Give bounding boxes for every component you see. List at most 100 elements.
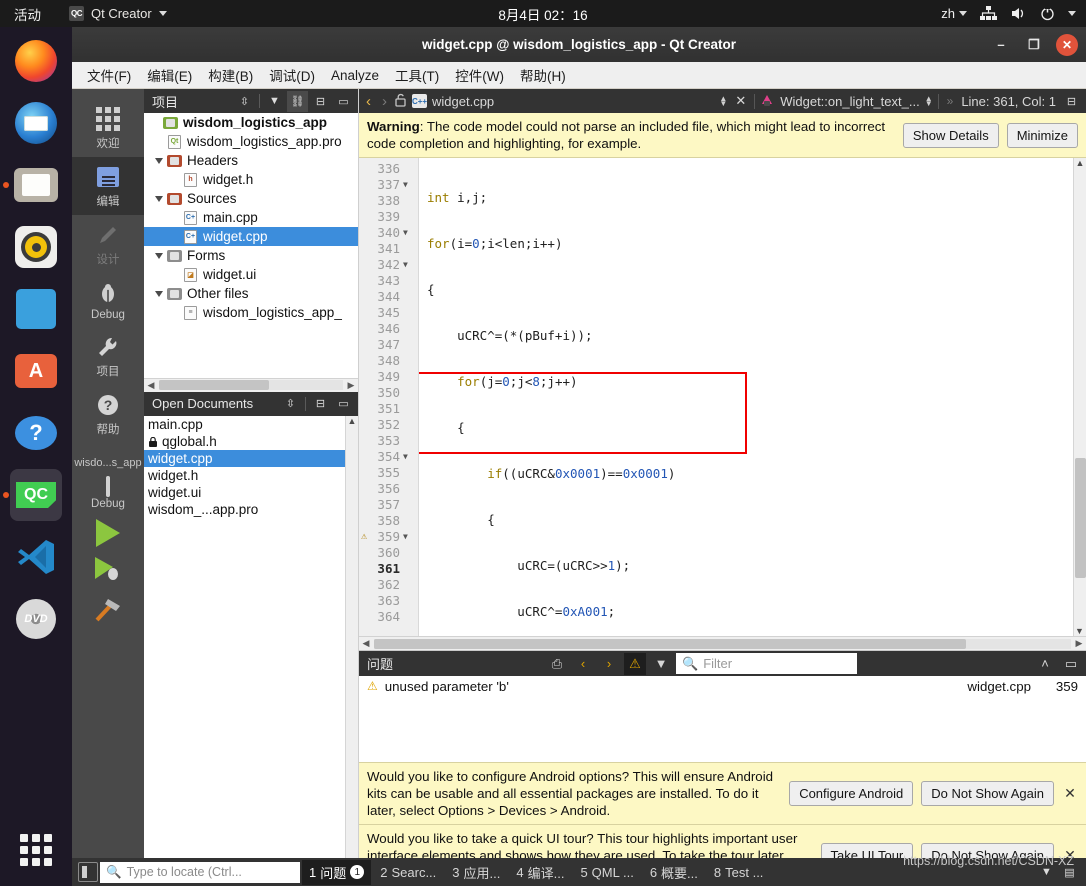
mode-debug[interactable]: Debug bbox=[72, 273, 144, 327]
toggle-sidebar-icon[interactable] bbox=[78, 862, 98, 882]
dock-item-vscode[interactable] bbox=[10, 531, 62, 583]
menu-debug[interactable]: 调试(D) bbox=[262, 61, 322, 89]
list-item[interactable]: widget.ui bbox=[144, 484, 358, 501]
list-item[interactable]: main.cpp bbox=[144, 416, 358, 433]
scroll-thumb[interactable] bbox=[1075, 458, 1086, 578]
volume-icon[interactable] bbox=[1010, 6, 1027, 21]
maximize-button[interactable]: ❐ bbox=[1023, 34, 1045, 56]
do-not-show-again-button[interactable]: Do Not Show Again bbox=[921, 781, 1054, 806]
run-play-icon[interactable] bbox=[96, 519, 120, 547]
collapse-icon[interactable]: ˄ bbox=[1034, 653, 1056, 675]
fold-marker-icon[interactable]: ▼ bbox=[403, 228, 414, 237]
unlocked-icon[interactable] bbox=[395, 93, 407, 110]
dock-item-dvd[interactable]: DVD bbox=[10, 593, 62, 645]
clear-icon[interactable]: ⎙ bbox=[546, 653, 568, 675]
dock-item-libreoffice-writer[interactable] bbox=[10, 283, 62, 335]
warning-filter-icon[interactable]: ⚠ bbox=[624, 652, 646, 675]
split-icon[interactable]: ⊟ bbox=[310, 91, 331, 112]
dock-item-show-apps[interactable] bbox=[10, 824, 62, 876]
project-tree-hscrollbar[interactable]: ◀ ▶ bbox=[144, 377, 358, 392]
scroll-up-icon[interactable]: ▲ bbox=[346, 416, 358, 426]
dock-item-thunderbird[interactable] bbox=[10, 97, 62, 149]
status-tab-application[interactable]: 3 应用... bbox=[445, 860, 507, 885]
warning-marker-icon[interactable]: ⚠ bbox=[361, 531, 367, 542]
table-row[interactable]: ⚠ unused parameter 'b' widget.cpp 359 bbox=[359, 676, 1086, 696]
menu-build[interactable]: 构建(B) bbox=[201, 61, 260, 89]
split-editor-icon[interactable]: ⊟ bbox=[1061, 91, 1082, 112]
menu-tools[interactable]: 工具(T) bbox=[388, 61, 446, 89]
show-details-button[interactable]: Show Details bbox=[902, 122, 999, 148]
mode-design[interactable]: 设计 bbox=[72, 215, 144, 273]
mode-edit[interactable]: 编辑 bbox=[72, 157, 144, 215]
tree-item-widget-cpp[interactable]: C+ widget.cpp bbox=[144, 227, 358, 246]
left-sidebar-scrollbar[interactable] bbox=[345, 621, 358, 886]
status-tab-overview[interactable]: 6 概要... bbox=[643, 860, 705, 885]
fold-marker-icon[interactable]: ▼ bbox=[403, 452, 414, 461]
status-tab-issues[interactable]: 1 问题 1 bbox=[302, 859, 372, 885]
issues-list[interactable]: ⚠ unused parameter 'b' widget.cpp 359 bbox=[359, 676, 1086, 762]
sync-selector-icon[interactable]: ⇳ bbox=[280, 393, 301, 414]
next-issue-icon[interactable]: › bbox=[598, 653, 620, 675]
debug-play-icon[interactable] bbox=[93, 556, 123, 587]
project-tree[interactable]: wisdom_logistics_app Qt wisdom_logistics… bbox=[144, 113, 358, 378]
menu-help[interactable]: 帮助(H) bbox=[513, 61, 573, 89]
chevron-down-icon[interactable] bbox=[155, 252, 163, 259]
mode-welcome[interactable]: 欢迎 bbox=[72, 99, 144, 157]
menu-window[interactable]: 控件(W) bbox=[448, 61, 511, 89]
filter-icon[interactable]: ▼ bbox=[650, 653, 672, 675]
chevron-down-icon[interactable] bbox=[155, 157, 163, 164]
dock-item-qt-creator[interactable]: QC bbox=[10, 469, 62, 521]
open-documents-scrollbar[interactable]: ▲ bbox=[345, 415, 358, 622]
scroll-thumb[interactable] bbox=[374, 638, 967, 649]
current-file-selector[interactable]: C++ widget.cpp bbox=[412, 94, 494, 109]
menu-file[interactable]: 文件(F) bbox=[80, 61, 138, 89]
list-item[interactable]: wisdom_...app.pro bbox=[144, 501, 358, 518]
build-config-selector[interactable]: Debug bbox=[91, 476, 125, 510]
tree-item-headers[interactable]: Headers bbox=[144, 151, 358, 170]
chevron-down-icon[interactable] bbox=[155, 195, 163, 202]
symbol-dropdown-icon[interactable]: ▲ ▼ bbox=[925, 95, 933, 108]
tree-item-widget-ui[interactable]: ◪ widget.ui bbox=[144, 265, 358, 284]
menu-analyze[interactable]: Analyze bbox=[324, 64, 386, 87]
minimize-button[interactable]: – bbox=[990, 34, 1012, 56]
close-document-icon[interactable]: ✕ bbox=[732, 93, 749, 109]
panel-menu-icon[interactable]: ▭ bbox=[1060, 653, 1082, 675]
tree-item-sources[interactable]: Sources bbox=[144, 189, 358, 208]
tree-item-project[interactable]: wisdom_logistics_app bbox=[144, 113, 358, 132]
tree-item-widget-h[interactable]: h widget.h bbox=[144, 170, 358, 189]
list-item[interactable]: widget.cpp bbox=[144, 449, 358, 467]
menu-edit[interactable]: 编辑(E) bbox=[140, 61, 199, 89]
fold-marker-icon[interactable]: ▼ bbox=[403, 532, 414, 541]
status-tab-compile[interactable]: 4 编译... bbox=[509, 860, 571, 885]
code-text-area[interactable]: int i,j; for(i=0;i<len;i++) { uCRC^=(*(p… bbox=[419, 158, 1073, 636]
forward-arrow-icon[interactable]: › bbox=[379, 93, 390, 110]
filter-icon[interactable]: ▼ bbox=[264, 91, 285, 112]
chevron-down-icon[interactable] bbox=[155, 290, 163, 297]
tree-item-forms[interactable]: Forms bbox=[144, 246, 358, 265]
language-indicator[interactable]: zh bbox=[941, 6, 967, 21]
tree-item-other-file[interactable]: ≡ wisdom_logistics_app_ bbox=[144, 303, 358, 322]
tree-item-other-files[interactable]: Other files bbox=[144, 284, 358, 303]
chevron-down-icon[interactable] bbox=[1068, 11, 1076, 16]
build-hammer-icon[interactable] bbox=[93, 596, 123, 627]
back-arrow-icon[interactable]: ‹ bbox=[363, 93, 374, 110]
issues-filter-input[interactable]: 🔍 Filter bbox=[676, 653, 857, 674]
dock-item-ubuntu-software[interactable]: A bbox=[10, 345, 62, 397]
close-panel-icon[interactable]: ▭ bbox=[333, 393, 354, 414]
split-icon[interactable]: ⊟ bbox=[310, 393, 331, 414]
editor-vertical-scrollbar[interactable]: ▲ ▼ bbox=[1073, 158, 1086, 636]
mode-projects[interactable]: 项目 bbox=[72, 327, 144, 385]
overflow-icon[interactable]: » bbox=[944, 94, 957, 108]
file-dropdown-icon[interactable]: ▲ ▼ bbox=[719, 95, 727, 108]
locator-input[interactable]: 🔍 Type to locate (Ctrl... bbox=[100, 861, 300, 883]
dock-item-firefox[interactable] bbox=[10, 35, 62, 87]
symbol-selector[interactable]: Widget::on_light_text_... bbox=[780, 94, 919, 109]
clock[interactable]: 8月4日 02：16 bbox=[498, 4, 587, 24]
list-item[interactable]: widget.h bbox=[144, 467, 358, 484]
app-menu-button[interactable]: QC Qt Creator bbox=[55, 6, 167, 21]
close-button[interactable]: ✕ bbox=[1056, 33, 1078, 56]
open-documents-list[interactable]: main.cpp qglobal.h widget.cpp widget.h w… bbox=[144, 415, 358, 622]
minimize-warning-button[interactable]: Minimize bbox=[1006, 122, 1078, 148]
tree-item-main-cpp[interactable]: C+ main.cpp bbox=[144, 208, 358, 227]
mode-help[interactable]: ? 帮助 bbox=[72, 385, 144, 443]
